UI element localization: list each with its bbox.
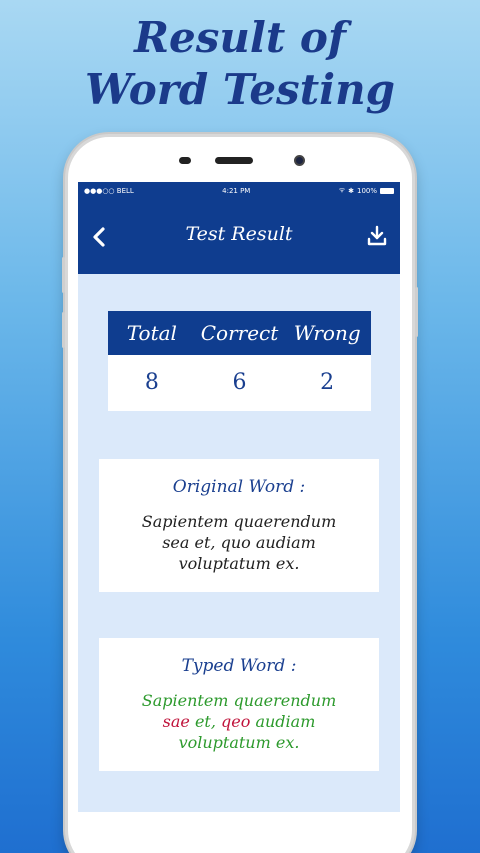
phone-frame: ●●●○○ BELL 4:21 PM ᯤ ✱ 100% Test Result	[62, 134, 418, 853]
battery-percent: 100%	[356, 186, 377, 195]
phone-side-button	[415, 287, 418, 337]
wrong-word: qeo	[221, 712, 251, 731]
app-bar: Test Result	[78, 199, 400, 274]
score-card: Total Correct Wrong 8 6 2	[108, 311, 371, 411]
download-icon	[367, 225, 387, 246]
wrong-word: sae	[162, 712, 190, 731]
headline-line-1: Result of	[134, 13, 346, 62]
original-word-line: Sapientem quaerendum	[141, 512, 337, 531]
original-word-line: sea et, quo audiam	[162, 533, 316, 552]
typed-word-card: Typed Word : Sapientem quaerendum sae et…	[99, 638, 379, 771]
score-value-correct: 6	[232, 370, 247, 395]
phone-side-button	[62, 312, 65, 348]
typed-word-title: Typed Word :	[181, 656, 297, 676]
score-header-row: Total Correct Wrong	[108, 311, 371, 355]
correct-word: audiam	[250, 712, 316, 731]
score-header-total: Total	[126, 321, 177, 345]
score-value-wrong: 2	[320, 370, 335, 395]
promo-headline: Result of Word Testing	[0, 12, 480, 116]
headline-line-2: Word Testing	[85, 65, 395, 114]
typed-word-text: Sapientem quaerendum sae et, qeo audiam …	[99, 690, 379, 753]
phone-side-button	[62, 257, 65, 293]
original-word-card: Original Word : Sapientem quaerendum sea…	[99, 459, 379, 592]
download-button[interactable]	[366, 225, 388, 247]
app-screen: ●●●○○ BELL 4:21 PM ᯤ ✱ 100% Test Result	[78, 182, 400, 812]
score-header-wrong: Wrong	[293, 321, 361, 345]
score-value-row: 8 6 2	[108, 355, 371, 411]
camera-icon	[294, 155, 305, 166]
page-title: Test Result	[185, 223, 293, 245]
typed-word-line: Sapientem quaerendum	[141, 691, 337, 710]
status-bar: ●●●○○ BELL 4:21 PM ᯤ ✱ 100%	[78, 182, 400, 199]
correct-word: et,	[189, 712, 222, 731]
score-value-total: 8	[144, 370, 159, 395]
bluetooth-icon: ✱	[348, 186, 354, 195]
battery-icon	[380, 187, 394, 194]
typed-word-line: voluptatum ex.	[178, 733, 300, 752]
status-right: ᯤ ✱ 100%	[339, 186, 394, 195]
status-time: 4:21 PM	[222, 186, 251, 195]
wifi-icon: ᯤ	[338, 186, 346, 194]
score-header-correct: Correct	[200, 321, 279, 345]
original-word-line: voluptatum ex.	[178, 554, 300, 573]
original-word-title: Original Word :	[172, 477, 306, 497]
phone-speaker	[179, 157, 253, 164]
carrier-label: ●●●○○ BELL	[84, 186, 134, 195]
typed-word-line: sae et, qeo audiam	[113, 711, 365, 732]
original-word-text: Sapientem quaerendum sea et, quo audiam …	[99, 511, 379, 574]
